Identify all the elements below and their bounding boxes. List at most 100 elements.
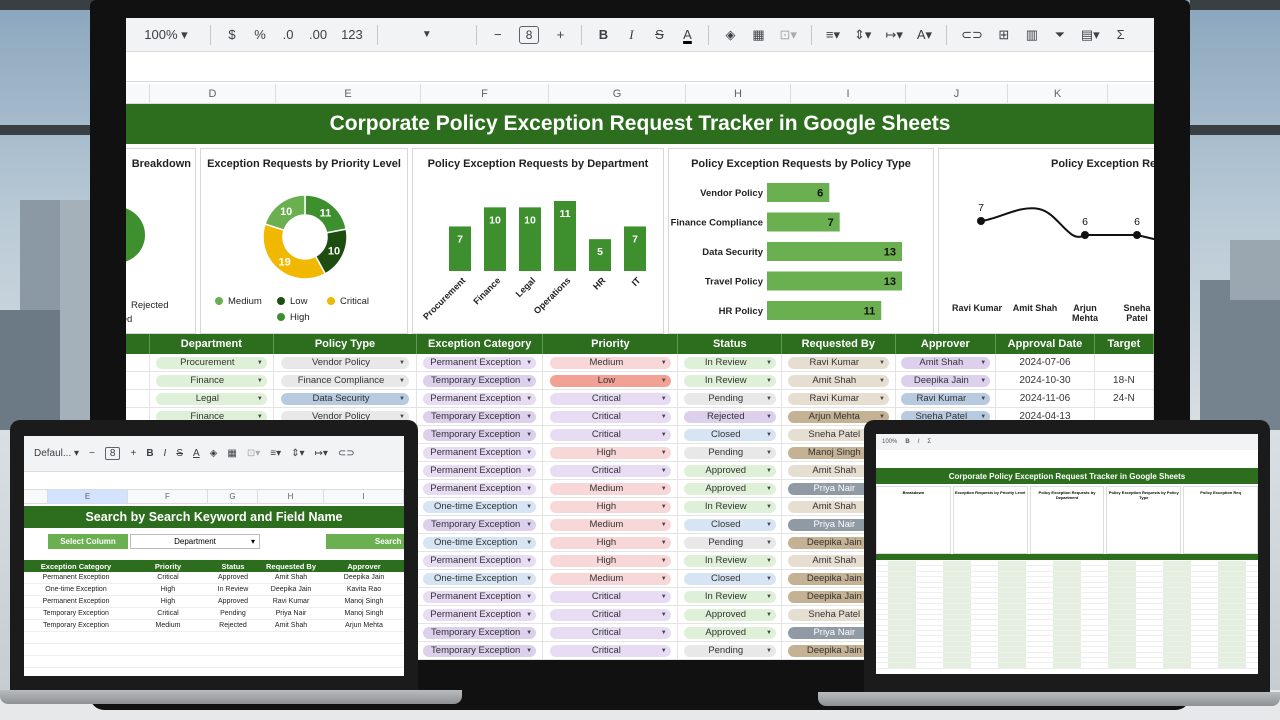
table-cell[interactable]: Critical [543,426,679,443]
table-cell[interactable]: Finance [150,372,274,389]
table-cell[interactable]: Critical [543,606,679,623]
chart-breakdown[interactable]: Breakdown 4 Rejected ved [126,148,196,334]
table-cell[interactable]: In Review [678,498,783,515]
chart-policy-type-bar[interactable]: Policy Exception Requests by Policy Type… [668,148,934,334]
table-cell[interactable]: Temporary Exception [417,642,544,659]
column-header-d[interactable] [24,490,48,503]
text-wrap-icon[interactable]: ↦▾ [315,448,328,459]
text-color-button[interactable]: A [193,448,200,459]
dropdown-chip[interactable]: Finance Compliance [281,374,409,387]
dropdown-chip[interactable]: Temporary Exception [423,518,537,531]
header-cell[interactable]: Approver [896,334,997,354]
filter-icon[interactable]: ⏷ [1053,27,1067,43]
dropdown-chip[interactable]: Amit Shah [900,356,991,369]
search-button[interactable]: Search I [326,534,404,549]
column-header-g[interactable]: G [208,490,258,503]
table-cell[interactable]: In Review [678,588,783,605]
table-cell[interactable]: Permanent Exception [417,462,544,479]
table-cell[interactable]: Permanent Exception [417,354,544,371]
table-cell[interactable]: Vendor Policy [274,354,418,371]
select-column-dropdown[interactable]: Department ▾ [130,534,260,549]
column-header-j[interactable]: J [906,84,1008,103]
dropdown-chip[interactable]: Approved [683,608,776,621]
italic-button[interactable]: I [918,439,920,445]
table-cell[interactable]: Ravi Kumar [782,390,896,407]
column-header-g[interactable]: G [549,84,686,103]
dropdown-chip[interactable]: Pending [683,392,776,405]
text-wrap-icon[interactable]: ↦▾ [885,27,902,43]
dropdown-chip[interactable]: In Review [683,374,776,387]
table-cell[interactable]: Temporary Exception [417,372,544,389]
borders-icon[interactable]: ▦ [751,27,765,43]
table-cell[interactable]: In Review [678,354,783,371]
table-cell[interactable]: One-time Exception [417,534,544,551]
table-cell[interactable]: Closed [678,570,783,587]
table-cell[interactable]: Finance Compliance [274,372,418,389]
table-cell[interactable]: In Review [678,372,783,389]
header-cell[interactable]: Status [678,334,783,354]
font-size-input[interactable]: 8 [104,447,121,460]
table-cell[interactable]: Procurement [150,354,274,371]
dropdown-chip[interactable]: Closed [683,572,776,585]
table-cell[interactable]: Medium [543,354,679,371]
header-cell[interactable]: Requested By [782,334,896,354]
column-header-k[interactable]: K [1008,84,1108,103]
dropdown-chip[interactable]: Vendor Policy [281,356,409,369]
functions-button[interactable]: Σ [927,439,931,445]
table-cell[interactable]: In Review [678,552,783,569]
dropdown-chip[interactable]: Permanent Exception [423,392,537,405]
table-cell[interactable]: 2024-10-30 [996,372,1095,389]
table-cell[interactable]: Permanent Exception [417,606,544,623]
dropdown-chip[interactable]: Temporary Exception [423,428,537,441]
italic-button[interactable]: I [624,27,638,43]
table-cell[interactable]: High [543,534,679,551]
table-cell[interactable]: Data Security [274,390,418,407]
table-cell[interactable]: High [543,552,679,569]
table-cell[interactable]: Legal [150,390,274,407]
dropdown-chip[interactable]: Permanent Exception [423,446,537,459]
dropdown-chip[interactable]: Legal [155,392,267,405]
dropdown-chip[interactable]: In Review [683,590,776,603]
dropdown-chip[interactable]: Temporary Exception [423,410,537,423]
dropdown-chip[interactable]: Deepika Jain [900,374,991,387]
font-size-input[interactable]: 8 [518,25,540,44]
header-cell[interactable]: Department [150,334,274,354]
table-cell[interactable]: Rejected [678,408,783,425]
formula-bar[interactable] [24,472,404,490]
dropdown-chip[interactable]: One-time Exception [423,536,537,549]
dropdown-chip[interactable]: Permanent Exception [423,554,537,567]
dropdown-chip[interactable]: Critical [550,590,671,603]
dropdown-chip[interactable]: Approved [683,482,776,495]
dropdown-chip[interactable]: One-time Exception [423,572,537,585]
dropdown-chip[interactable]: Ravi Kumar [787,392,889,405]
table-cell[interactable]: High [543,444,679,461]
fill-color-icon[interactable]: ◈ [723,27,737,43]
dropdown-chip[interactable]: Approved [683,626,776,639]
dropdown-chip[interactable]: Permanent Exception [423,464,537,477]
vertical-align-icon[interactable]: ⇕▾ [854,27,871,43]
table-cell[interactable]: Critical [543,462,679,479]
dropdown-chip[interactable]: Low [550,374,671,387]
dropdown-chip[interactable]: Medium [550,518,671,531]
dropdown-chip[interactable]: Rejected [683,410,776,423]
column-header-e[interactable]: E [276,84,421,103]
dropdown-chip[interactable]: Critical [550,644,671,657]
chart-priority-donut[interactable]: Exception Requests by Priority Level 11 1… [200,148,408,334]
dropdown-chip[interactable]: Pending [683,446,776,459]
table-cell[interactable]: Ravi Kumar [896,390,997,407]
table-cell[interactable]: Temporary Exception [417,624,544,641]
dropdown-chip[interactable]: Ravi Kumar [900,392,991,405]
dropdown-chip[interactable]: Amit Shah [787,374,889,387]
table-cell[interactable]: Approved [678,480,783,497]
table-cell[interactable]: Permanent Exception [417,444,544,461]
bold-button[interactable]: B [596,27,610,42]
column-header-h[interactable]: H [258,490,324,503]
table-cell[interactable]: One-time Exception [417,570,544,587]
dropdown-chip[interactable]: Procurement [155,356,267,369]
column-header-f[interactable]: F [128,490,208,503]
table-cell[interactable]: Medium [543,480,679,497]
column-header-e[interactable]: E [48,490,128,503]
dropdown-chip[interactable]: Ravi Kumar [787,356,889,369]
table-cell[interactable]: Pending [678,534,783,551]
number-format-button[interactable]: 123 [341,27,363,42]
